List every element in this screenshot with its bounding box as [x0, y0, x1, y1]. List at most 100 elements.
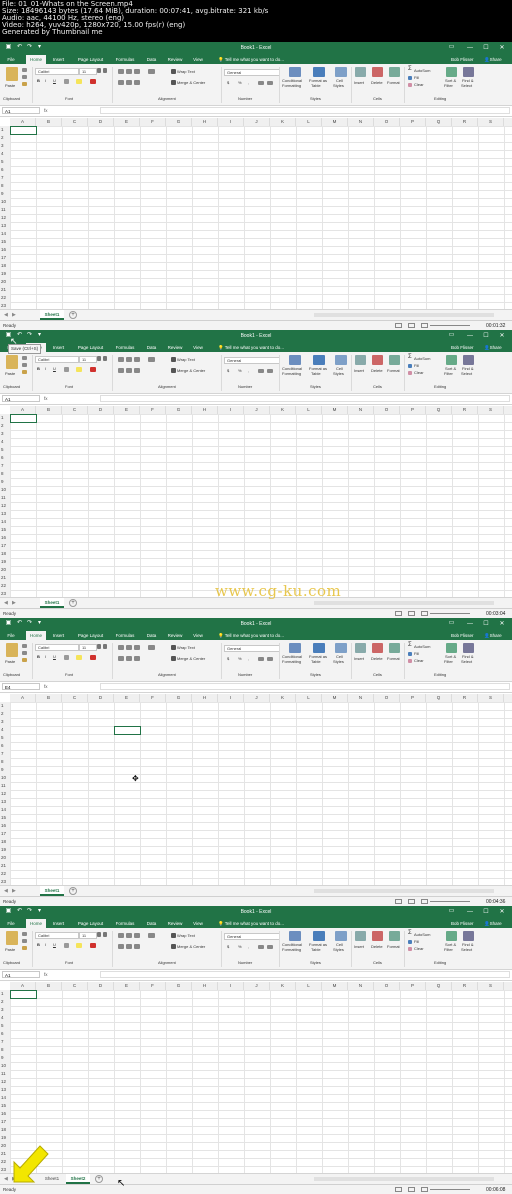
- row-header[interactable]: 2: [0, 422, 10, 430]
- column-header-c[interactable]: C: [62, 982, 88, 990]
- italic-button[interactable]: I: [45, 366, 46, 371]
- share-button[interactable]: 👤Share: [484, 919, 502, 928]
- fill-color-icon[interactable]: [76, 79, 82, 84]
- column-header-a[interactable]: A: [10, 694, 36, 702]
- copy-icon[interactable]: [22, 363, 27, 367]
- sheet-prev-icon[interactable]: ◀: [4, 310, 8, 320]
- column-header-g[interactable]: G: [166, 694, 192, 702]
- currency-button[interactable]: $: [227, 368, 229, 373]
- normal-view-button[interactable]: [395, 323, 402, 328]
- align-left-icon-0[interactable]: [118, 944, 124, 949]
- paste-label[interactable]: Paste: [5, 947, 15, 952]
- paste-icon[interactable]: [6, 931, 18, 945]
- wrap-text-button[interactable]: Wrap Text: [177, 357, 195, 362]
- row-header[interactable]: 21: [0, 574, 10, 582]
- column-header-e[interactable]: E: [114, 118, 140, 126]
- row-header[interactable]: 5: [0, 1022, 10, 1030]
- column-header-g[interactable]: G: [166, 982, 192, 990]
- format-painter-icon[interactable]: [22, 370, 27, 374]
- find-select-label-2[interactable]: Select: [461, 947, 472, 952]
- row-header[interactable]: 2: [0, 134, 10, 142]
- column-header-c[interactable]: C: [62, 694, 88, 702]
- conditional-formatting-label-2[interactable]: Formatting: [282, 371, 301, 376]
- cell-styles-label-2[interactable]: Styles: [333, 659, 344, 664]
- bold-button[interactable]: B: [37, 366, 40, 371]
- column-header-h[interactable]: H: [192, 694, 218, 702]
- format-as-table-icon[interactable]: [313, 643, 325, 653]
- align-left-icon-1[interactable]: [126, 80, 132, 85]
- clear-icon[interactable]: [408, 83, 412, 87]
- currency-button[interactable]: $: [227, 944, 229, 949]
- row-header[interactable]: 22: [0, 582, 10, 590]
- maximize-button[interactable]: ☐: [478, 42, 494, 54]
- conditional-formatting-icon[interactable]: [289, 643, 301, 653]
- row-header[interactable]: 15: [0, 238, 10, 246]
- column-header-a[interactable]: A: [10, 982, 36, 990]
- sheet-next-icon[interactable]: ▶: [12, 598, 16, 608]
- name-box[interactable]: A1: [2, 395, 40, 402]
- font-name-box[interactable]: Calibri: [35, 68, 79, 75]
- zoom-slider[interactable]: [430, 901, 470, 902]
- decrease-decimal-icon[interactable]: [267, 657, 273, 661]
- conditional-formatting-label-2[interactable]: Formatting: [282, 659, 301, 664]
- column-header-e[interactable]: E: [114, 982, 140, 990]
- row-header[interactable]: 8: [0, 182, 10, 190]
- cell-styles-label-2[interactable]: Styles: [333, 83, 344, 88]
- number-format-box[interactable]: General: [224, 645, 280, 652]
- autosum-button[interactable]: AutoSum: [414, 356, 430, 361]
- cut-icon[interactable]: [22, 356, 27, 360]
- merge-center-button[interactable]: Merge & Center: [177, 656, 205, 661]
- row-header[interactable]: 5: [0, 158, 10, 166]
- tell-me-box[interactable]: 💡 Tell me what you want to do...: [218, 631, 284, 640]
- comma-button[interactable]: ,: [248, 368, 249, 373]
- paste-icon[interactable]: [6, 67, 18, 81]
- fill-button[interactable]: Fill: [414, 75, 419, 80]
- format-as-table-icon[interactable]: [313, 67, 325, 77]
- minimize-button[interactable]: —: [462, 42, 478, 54]
- format-as-table-label-2[interactable]: Table: [311, 947, 321, 952]
- sort-filter-icon[interactable]: [446, 355, 457, 365]
- row-header[interactable]: 1: [0, 126, 10, 134]
- column-header-d[interactable]: D: [88, 694, 114, 702]
- wrap-text-button[interactable]: Wrap Text: [177, 645, 195, 650]
- row-header[interactable]: 14: [0, 806, 10, 814]
- tell-me-box[interactable]: 💡 Tell me what you want to do...: [218, 919, 284, 928]
- tab-page-layout[interactable]: Page Layout: [74, 343, 107, 352]
- sheet-tab-sheet1[interactable]: Sheet1: [40, 886, 64, 896]
- column-header-o[interactable]: O: [374, 118, 400, 126]
- format-cells-label[interactable]: Format: [387, 944, 400, 949]
- column-header-q[interactable]: Q: [426, 694, 452, 702]
- new-sheet-button[interactable]: +: [69, 311, 77, 319]
- delete-cells-label[interactable]: Delete: [371, 368, 383, 373]
- tab-page-layout[interactable]: Page Layout: [74, 919, 107, 928]
- insert-cells-label[interactable]: Insert: [354, 656, 364, 661]
- align-left-icon-1[interactable]: [126, 656, 132, 661]
- tab-review[interactable]: Review: [165, 919, 185, 928]
- minimize-button[interactable]: —: [462, 618, 478, 630]
- autosum-icon[interactable]: Σ: [408, 66, 412, 72]
- align-left-icon-2[interactable]: [134, 656, 140, 661]
- currency-button[interactable]: $: [227, 80, 229, 85]
- column-header-n[interactable]: N: [348, 406, 374, 414]
- row-header[interactable]: 12: [0, 502, 10, 510]
- orientation-icon[interactable]: [148, 645, 155, 650]
- row-header[interactable]: 16: [0, 1110, 10, 1118]
- delete-cells-icon[interactable]: [372, 643, 383, 653]
- row-header[interactable]: 18: [0, 1126, 10, 1134]
- clear-button[interactable]: Clear: [414, 82, 424, 87]
- font-color-icon[interactable]: [90, 367, 96, 372]
- column-header-j[interactable]: J: [244, 694, 270, 702]
- row-header[interactable]: 3: [0, 430, 10, 438]
- align-left-icon-1[interactable]: [126, 368, 132, 373]
- tab-page-layout[interactable]: Page Layout: [74, 631, 107, 640]
- column-header-r[interactable]: R: [452, 118, 478, 126]
- column-header-r[interactable]: R: [452, 406, 478, 414]
- autosum-button[interactable]: AutoSum: [414, 932, 430, 937]
- row-header[interactable]: 11: [0, 1070, 10, 1078]
- format-as-table-label-2[interactable]: Table: [311, 83, 321, 88]
- zoom-slider[interactable]: [430, 613, 470, 614]
- delete-cells-icon[interactable]: [372, 931, 383, 941]
- row-header[interactable]: 5: [0, 446, 10, 454]
- number-format-box[interactable]: General: [224, 357, 280, 364]
- row-header[interactable]: 2: [0, 998, 10, 1006]
